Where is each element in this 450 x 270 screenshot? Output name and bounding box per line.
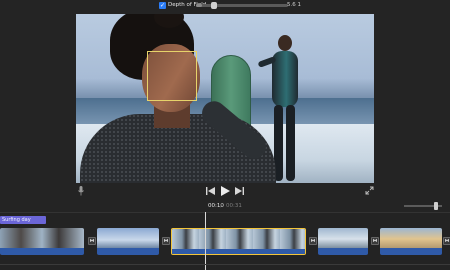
depth-of-field-value: 5.6 1 — [287, 2, 301, 8]
depth-of-field-slider-knob[interactable] — [210, 2, 217, 9]
timecode-readout: 00:10 / 00:31 — [0, 201, 450, 211]
timeline-clip-4[interactable] — [318, 228, 368, 255]
timeline-clip-2[interactable] — [97, 228, 159, 255]
title-clip[interactable]: Surfing day — [0, 216, 46, 224]
skip-back-icon[interactable] — [206, 187, 215, 195]
timeline-clip-1[interactable] — [0, 228, 84, 255]
depth-of-field-slider[interactable] — [196, 2, 288, 9]
playhead[interactable] — [205, 212, 206, 270]
transport-controls — [0, 183, 450, 199]
transition-icon[interactable]: ⧓ — [162, 237, 170, 245]
total-time: 00:31 — [226, 203, 242, 209]
timeline-zoom-knob[interactable] — [434, 202, 439, 210]
transition-icon[interactable]: ⧓ — [309, 237, 317, 245]
timeline[interactable]: Surfing day ⧓ ⧓ ⧓ ⧓ ⧓ — [0, 212, 450, 270]
play-icon[interactable] — [220, 186, 230, 196]
microphone-icon[interactable] — [78, 186, 84, 196]
timeline-clip-3[interactable] — [171, 228, 306, 255]
depth-of-field-slider-fill — [196, 4, 202, 7]
video-viewer[interactable] — [76, 14, 374, 183]
skip-forward-icon[interactable] — [235, 187, 244, 195]
depth-of-field-checkbox[interactable]: ✓ — [159, 2, 166, 9]
transition-icon[interactable]: ⧓ — [443, 237, 450, 245]
transition-icon[interactable]: ⧓ — [371, 237, 379, 245]
focus-point-box[interactable] — [147, 51, 197, 101]
transition-icon[interactable]: ⧓ — [88, 237, 96, 245]
time-separator: / — [220, 203, 222, 209]
divider — [0, 264, 450, 265]
depth-of-field-bar: ✓ Depth of Field 5.6 1 — [0, 0, 450, 12]
expand-icon[interactable] — [365, 186, 374, 195]
timeline-clip-5[interactable] — [380, 228, 442, 255]
app-window: ✓ Depth of Field 5.6 1 00:10 / 00:31 Sur… — [0, 0, 450, 270]
